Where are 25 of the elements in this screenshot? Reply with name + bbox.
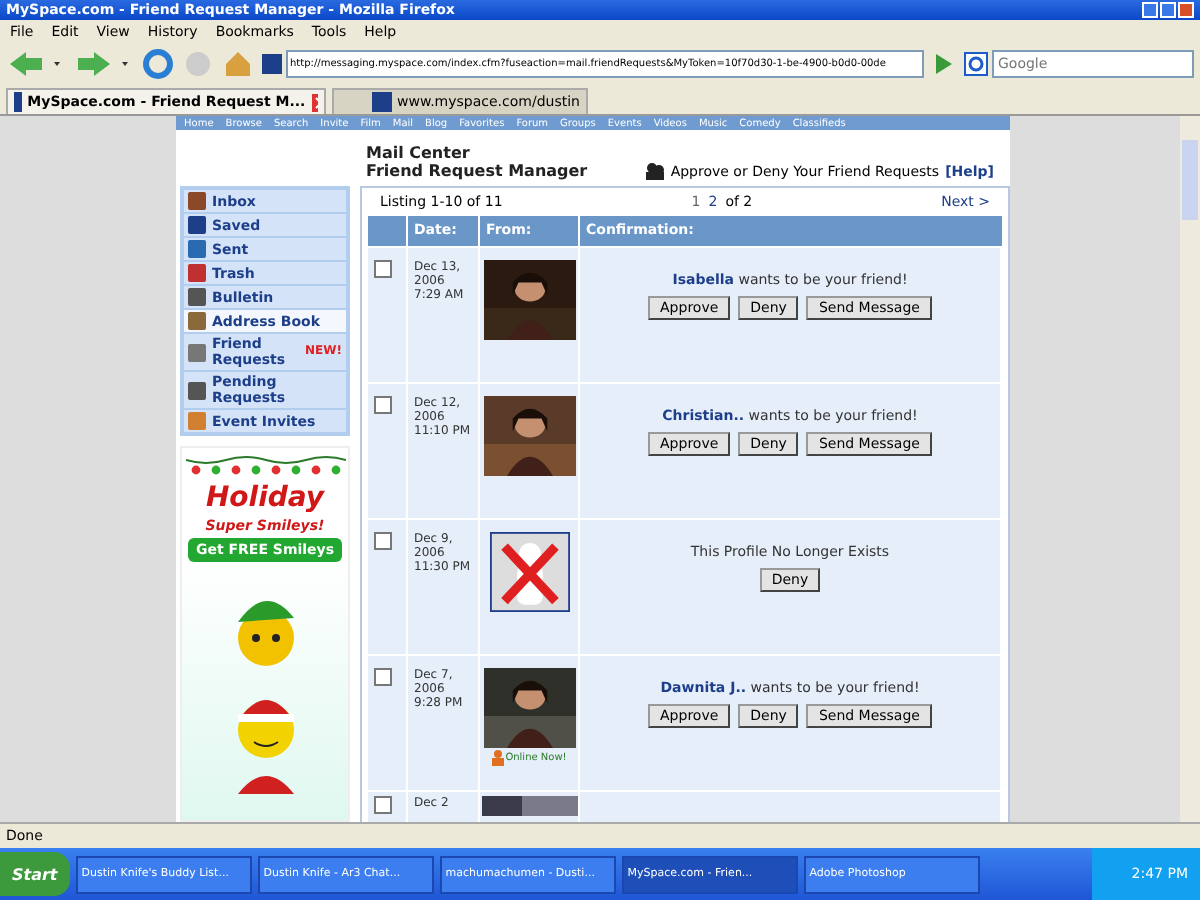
close-button[interactable] (1178, 2, 1194, 18)
checkbox[interactable] (374, 668, 392, 686)
minimize-button[interactable] (1142, 2, 1158, 18)
checkbox[interactable] (374, 796, 392, 814)
ad-title: Holiday (205, 482, 325, 514)
maximize-button[interactable] (1160, 2, 1176, 18)
checkbox[interactable] (374, 396, 392, 414)
reload-icon[interactable] (142, 48, 174, 80)
site-icon (14, 92, 22, 112)
go-icon[interactable] (932, 50, 956, 78)
checkbox[interactable] (374, 532, 392, 550)
checkbox[interactable] (374, 260, 392, 278)
deleted-profile-icon (489, 532, 569, 612)
start-button[interactable]: Start (0, 852, 70, 896)
scrollbar[interactable] (1180, 116, 1200, 822)
back-icon[interactable] (6, 48, 66, 80)
person-icon (491, 750, 504, 766)
people-icon (646, 162, 665, 180)
site-icon (262, 54, 282, 74)
page-title: Friend Request Manager (366, 162, 588, 180)
search-engine-icon[interactable] (964, 52, 988, 76)
site-icon (371, 92, 392, 112)
close-icon[interactable] (311, 93, 318, 111)
forward-icon[interactable] (74, 48, 134, 80)
section-title: Mail Center (366, 144, 472, 162)
